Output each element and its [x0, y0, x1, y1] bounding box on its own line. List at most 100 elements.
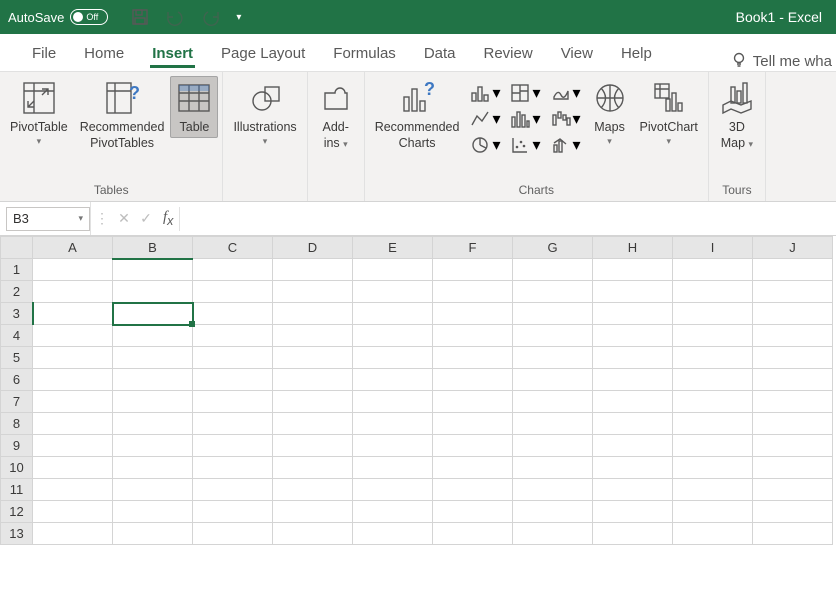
spreadsheet-grid[interactable]: ABCDEFGHIJ12345678910111213 [0, 236, 836, 545]
cell[interactable] [273, 413, 353, 435]
row-header[interactable]: 11 [1, 479, 33, 501]
cell[interactable] [113, 457, 193, 479]
cell[interactable] [33, 259, 113, 281]
3d-map-button[interactable]: 3D Map ▾ [713, 76, 761, 153]
cell[interactable] [593, 501, 673, 523]
cell[interactable] [433, 369, 513, 391]
column-header[interactable]: B [113, 237, 193, 259]
cell[interactable] [593, 303, 673, 325]
statistic-chart-button[interactable]: ▾ [509, 108, 541, 130]
cell[interactable] [353, 369, 433, 391]
recommended-pivottables-button[interactable]: ? Recommended PivotTables [74, 76, 171, 153]
qat-customize-icon[interactable]: ▾ [236, 12, 241, 23]
cell[interactable] [513, 391, 593, 413]
cell[interactable] [353, 391, 433, 413]
map-chart-button[interactable]: ▾ [550, 82, 582, 104]
cell[interactable] [433, 281, 513, 303]
cell[interactable] [433, 413, 513, 435]
cell[interactable] [593, 325, 673, 347]
cell[interactable] [753, 457, 833, 479]
row-header[interactable]: 3 [1, 303, 33, 325]
cell[interactable] [113, 303, 193, 325]
autosave-toggle[interactable]: AutoSave Off [8, 9, 108, 25]
cell[interactable] [753, 435, 833, 457]
cell[interactable] [33, 347, 113, 369]
redo-icon[interactable] [200, 8, 222, 26]
column-header[interactable]: E [353, 237, 433, 259]
recommended-charts-button[interactable]: ? Recommended Charts [369, 76, 466, 153]
cell[interactable] [193, 369, 273, 391]
tab-file[interactable]: File [18, 39, 70, 71]
cell[interactable] [753, 369, 833, 391]
cell[interactable] [433, 259, 513, 281]
maps-button[interactable]: Maps ▾ [586, 76, 634, 149]
hierarchy-chart-button[interactable]: ▾ [509, 82, 541, 104]
cell[interactable] [353, 259, 433, 281]
cell[interactable] [433, 347, 513, 369]
cell[interactable] [353, 479, 433, 501]
cell[interactable] [193, 523, 273, 545]
cell[interactable] [513, 523, 593, 545]
tab-insert[interactable]: Insert [138, 39, 207, 71]
row-header[interactable]: 8 [1, 413, 33, 435]
cell[interactable] [513, 281, 593, 303]
cell[interactable] [33, 457, 113, 479]
cell[interactable] [113, 435, 193, 457]
cell[interactable] [753, 325, 833, 347]
cell[interactable] [113, 413, 193, 435]
enter-icon[interactable]: ✓ [135, 210, 157, 227]
cell[interactable] [273, 457, 353, 479]
cell[interactable] [433, 501, 513, 523]
cell[interactable] [433, 435, 513, 457]
cell[interactable] [353, 281, 433, 303]
tab-home[interactable]: Home [70, 39, 138, 71]
cell[interactable] [753, 303, 833, 325]
row-header[interactable]: 4 [1, 325, 33, 347]
cell[interactable] [193, 303, 273, 325]
cell[interactable] [33, 391, 113, 413]
cell[interactable] [33, 413, 113, 435]
scatter-chart-button[interactable]: ▾ [509, 134, 541, 156]
row-header[interactable]: 9 [1, 435, 33, 457]
name-box[interactable]: B3 ▾ [6, 207, 90, 231]
cell[interactable] [113, 259, 193, 281]
tab-review[interactable]: Review [470, 39, 547, 71]
cell[interactable] [33, 281, 113, 303]
cell[interactable] [273, 325, 353, 347]
addins-button[interactable]: Add- ins ▾ [312, 76, 360, 153]
cell[interactable] [753, 259, 833, 281]
cell[interactable] [353, 501, 433, 523]
column-header[interactable]: D [273, 237, 353, 259]
cell[interactable] [353, 303, 433, 325]
cell[interactable] [513, 413, 593, 435]
row-header[interactable]: 1 [1, 259, 33, 281]
cell[interactable] [273, 369, 353, 391]
cell[interactable] [33, 369, 113, 391]
row-header[interactable]: 2 [1, 281, 33, 303]
cell[interactable] [673, 457, 753, 479]
cell[interactable] [193, 281, 273, 303]
cell[interactable] [353, 435, 433, 457]
cell[interactable] [113, 369, 193, 391]
cell[interactable] [193, 479, 273, 501]
undo-icon[interactable] [164, 8, 186, 26]
cell[interactable] [33, 325, 113, 347]
combo-chart-button[interactable]: ▾ [550, 134, 582, 156]
row-header[interactable]: 7 [1, 391, 33, 413]
cell[interactable] [33, 479, 113, 501]
cell[interactable] [433, 391, 513, 413]
waterfall-chart-button[interactable]: ▾ [550, 108, 582, 130]
cell[interactable] [593, 413, 673, 435]
cell[interactable] [593, 259, 673, 281]
cell[interactable] [193, 501, 273, 523]
cell[interactable] [753, 413, 833, 435]
cell[interactable] [193, 435, 273, 457]
cell[interactable] [353, 347, 433, 369]
tab-page-layout[interactable]: Page Layout [207, 39, 319, 71]
cell[interactable] [513, 501, 593, 523]
fx-icon[interactable]: fx [157, 209, 179, 228]
column-header[interactable]: F [433, 237, 513, 259]
cancel-icon[interactable]: ✕ [113, 210, 135, 227]
cell[interactable] [673, 369, 753, 391]
cell[interactable] [273, 435, 353, 457]
